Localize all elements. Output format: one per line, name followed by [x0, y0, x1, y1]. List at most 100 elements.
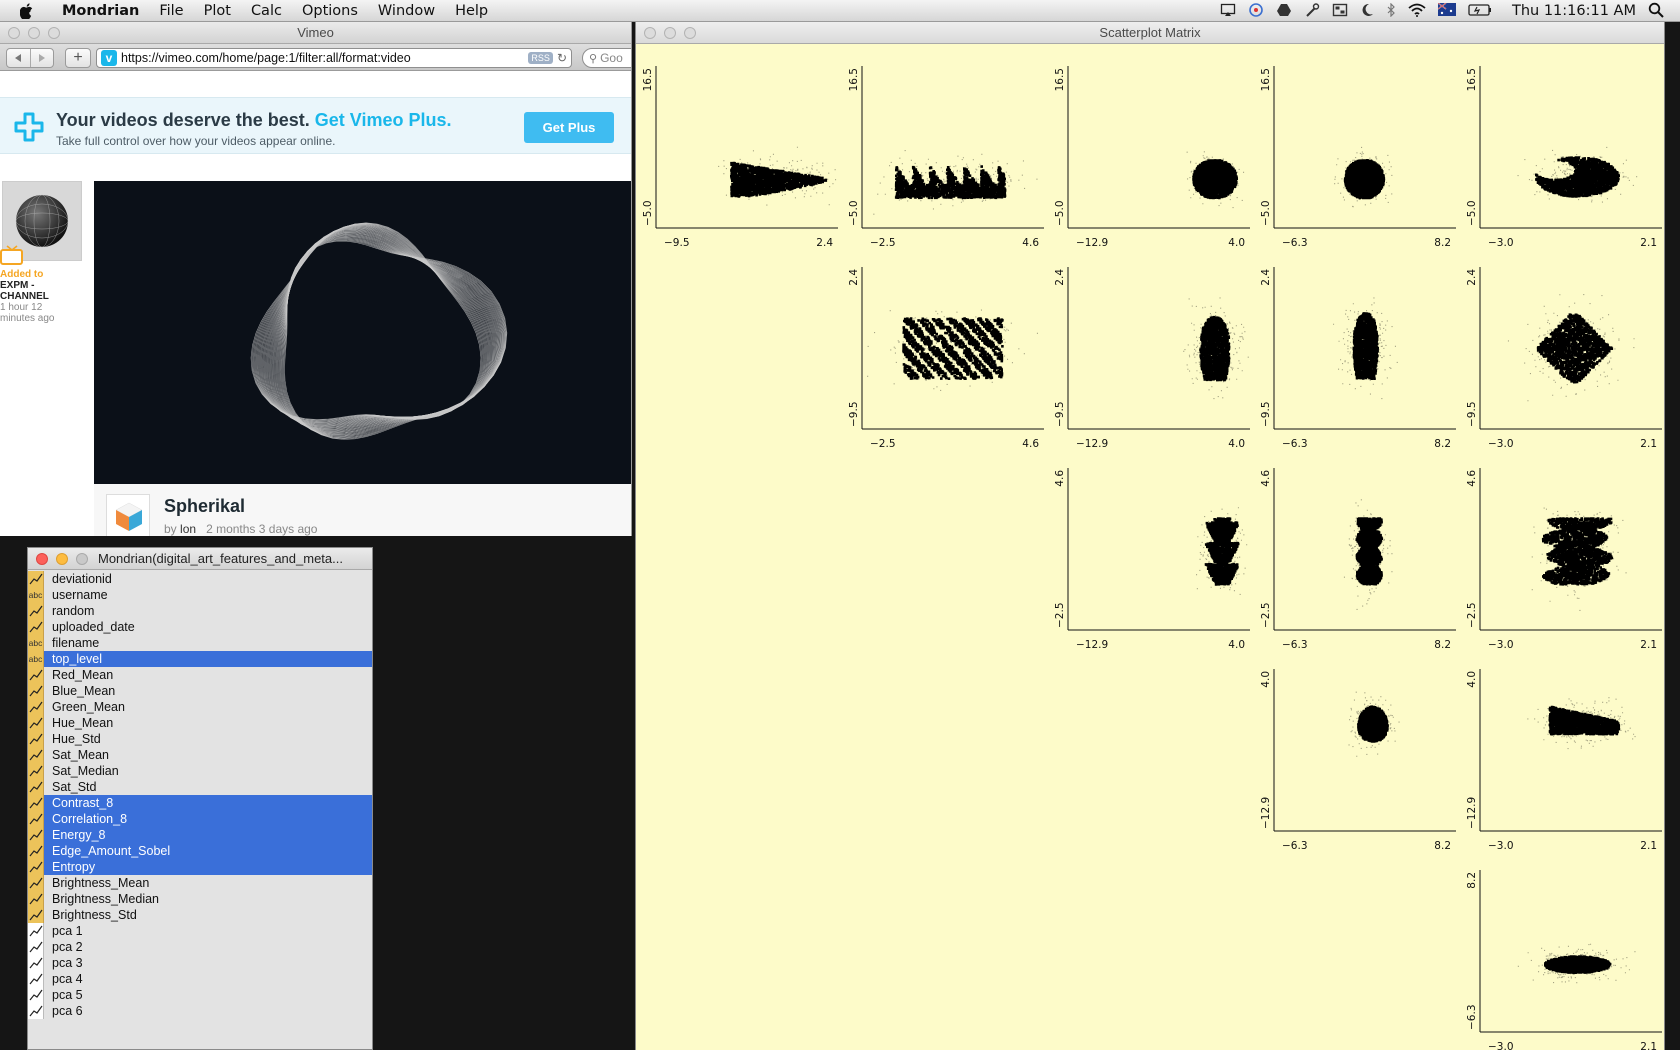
variable-item[interactable]: Green_Mean — [28, 699, 372, 715]
scatter-panel[interactable]: −3.0 2.1 −12.9 4.0 — [1466, 669, 1662, 852]
variable-item[interactable]: Energy_8 — [28, 827, 372, 843]
ring-stroke — [261, 226, 492, 427]
variable-item[interactable]: pca 4 — [28, 971, 372, 987]
variable-item[interactable]: pca 3 — [28, 955, 372, 971]
variable-item[interactable]: pca 6 — [28, 1003, 372, 1019]
scatter-panel[interactable]: −3.0 2.1 −9.5 2.4 — [1466, 267, 1662, 450]
promo-link[interactable]: Get Vimeo Plus. — [315, 110, 452, 130]
forward-button[interactable] — [31, 49, 54, 67]
scatter-panel[interactable]: −12.9 4.0 −5.0 16.5 — [1054, 66, 1250, 249]
variable-label: Edge_Amount_Sobel — [52, 844, 171, 858]
tools-icon[interactable] — [1304, 2, 1320, 20]
variable-item[interactable]: deviationid — [28, 571, 372, 587]
variable-item[interactable]: Hue_Mean — [28, 715, 372, 731]
moon-icon[interactable] — [1360, 3, 1374, 20]
menu-options[interactable]: Options — [292, 0, 368, 22]
categorical-variable-icon: abc — [28, 651, 44, 667]
variable-item[interactable]: Sat_Median — [28, 763, 372, 779]
browser-titlebar[interactable]: Vimeo — [0, 22, 631, 44]
video-player[interactable] — [94, 181, 631, 484]
scatter-panel[interactable]: −2.5 4.6 −9.5 2.4 — [848, 267, 1044, 450]
spotlight-search-icon[interactable] — [1648, 2, 1664, 21]
derived-variable-icon — [28, 987, 44, 1003]
rss-button[interactable]: RSS — [528, 52, 553, 64]
variable-label: pca 5 — [52, 988, 83, 1002]
video-title[interactable]: Spherikal — [164, 496, 245, 517]
variable-item[interactable]: Edge_Amount_Sobel — [28, 843, 372, 859]
scatter-panel[interactable]: −6.3 8.2 −9.5 2.4 — [1260, 267, 1456, 450]
variable-item[interactable]: Blue_Mean — [28, 683, 372, 699]
variable-item[interactable]: pca 5 — [28, 987, 372, 1003]
variable-item[interactable]: abc top_level — [28, 651, 372, 667]
browser-window: Vimeo + v https://vimeo.com/home/page:1/… — [0, 22, 632, 536]
scatter-panel[interactable]: −3.0 2.1 −2.5 4.6 — [1466, 468, 1662, 651]
variable-item[interactable]: pca 2 — [28, 939, 372, 955]
variable-label: Green_Mean — [52, 700, 125, 714]
menu-file[interactable]: File — [149, 0, 193, 22]
author-link[interactable]: lon — [180, 522, 196, 536]
x-tick-label: −9.5 — [664, 237, 690, 249]
variable-item[interactable]: uploaded_date — [28, 619, 372, 635]
reload-icon[interactable]: ↻ — [557, 51, 567, 65]
scatter-panel[interactable]: −2.5 4.6 −5.0 16.5 — [848, 66, 1044, 249]
variable-item[interactable]: Contrast_8 — [28, 795, 372, 811]
apple-menu-icon[interactable] — [16, 0, 38, 22]
variable-item[interactable]: abc username — [28, 587, 372, 603]
airplay-icon[interactable] — [1220, 3, 1236, 20]
search-field[interactable]: ⚲ Goo — [582, 48, 631, 68]
scatter-panel[interactable]: −9.5 2.4 −5.0 16.5 — [642, 66, 838, 249]
bluetooth-icon[interactable] — [1386, 2, 1396, 20]
ring-stroke — [274, 232, 502, 434]
scatter-panel[interactable]: −3.0 2.1 −5.0 16.5 — [1466, 66, 1662, 249]
dropbox-icon[interactable] — [1248, 2, 1264, 20]
scatter-panel[interactable]: −6.3 8.2 −2.5 4.6 — [1260, 468, 1456, 651]
address-bar[interactable]: v https://vimeo.com/home/page:1/filter:a… — [96, 48, 572, 68]
variable-label: Brightness_Std — [52, 908, 137, 922]
zoom-window-button[interactable] — [76, 553, 88, 565]
variable-item[interactable]: Brightness_Mean — [28, 875, 372, 891]
get-plus-button[interactable]: Get Plus — [524, 112, 614, 143]
flag-icon[interactable] — [1437, 2, 1456, 19]
minimize-window-button[interactable] — [56, 553, 68, 565]
variable-item[interactable]: Hue_Std — [28, 731, 372, 747]
scatterplot-titlebar[interactable]: Scatterplot Matrix — [636, 22, 1664, 44]
y-tick-label: −2.5 — [1054, 603, 1066, 629]
drive-icon[interactable] — [1276, 3, 1292, 20]
scatter-panel[interactable]: −6.3 8.2 −12.9 4.0 — [1260, 669, 1456, 852]
scatter-panel[interactable]: −3.0 2.1 −6.3 8.2 — [1466, 870, 1662, 1050]
close-window-button[interactable] — [36, 553, 48, 565]
numeric-variable-icon — [28, 811, 44, 827]
app-icon[interactable] — [1332, 3, 1348, 20]
variable-item[interactable]: Red_Mean — [28, 667, 372, 683]
scatter-points-dense — [1199, 315, 1231, 382]
scatterplot-matrix[interactable]: −9.5 2.4 −5.0 16.5 −2.5 4.6 −5.0 16.5 −12.9 4.0 −5… — [636, 44, 1665, 1050]
variables-titlebar[interactable]: Mondrian(digital_art_features_and_meta..… — [28, 548, 372, 570]
menu-calc[interactable]: Calc — [241, 0, 292, 22]
scatter-panel[interactable]: −12.9 4.0 −9.5 2.4 — [1054, 267, 1250, 450]
channel-link[interactable]: EXPM - CHANNEL — [0, 280, 80, 302]
variable-item[interactable]: pca 1 — [28, 923, 372, 939]
variable-item[interactable]: Brightness_Std — [28, 907, 372, 923]
menu-plot[interactable]: Plot — [194, 0, 241, 22]
menu-clock[interactable]: Thu 11:16:11 AM — [1512, 3, 1636, 19]
y-tick-label: −9.5 — [1054, 402, 1066, 428]
scatter-panel[interactable]: −12.9 4.0 −2.5 4.6 — [1054, 468, 1250, 651]
uploader-avatar[interactable] — [106, 494, 150, 536]
variable-item[interactable]: Correlation_8 — [28, 811, 372, 827]
battery-icon[interactable] — [1468, 3, 1492, 20]
back-button[interactable] — [7, 49, 31, 67]
variable-item[interactable]: abc filename — [28, 635, 372, 651]
variable-item[interactable]: Sat_Mean — [28, 747, 372, 763]
numeric-variable-icon — [28, 699, 44, 715]
add-bookmark-button[interactable]: + — [65, 48, 91, 68]
address-url[interactable]: https://vimeo.com/home/page:1/filter:all… — [121, 51, 528, 65]
variable-item[interactable]: Brightness_Median — [28, 891, 372, 907]
menu-window[interactable]: Window — [368, 0, 445, 22]
wifi-icon[interactable] — [1408, 3, 1426, 20]
app-menu[interactable]: Mondrian — [52, 0, 149, 22]
scatter-panel[interactable]: −6.3 8.2 −5.0 16.5 — [1260, 66, 1456, 249]
variable-item[interactable]: Entropy — [28, 859, 372, 875]
variable-item[interactable]: random — [28, 603, 372, 619]
variable-item[interactable]: Sat_Std — [28, 779, 372, 795]
menu-help[interactable]: Help — [445, 0, 498, 22]
